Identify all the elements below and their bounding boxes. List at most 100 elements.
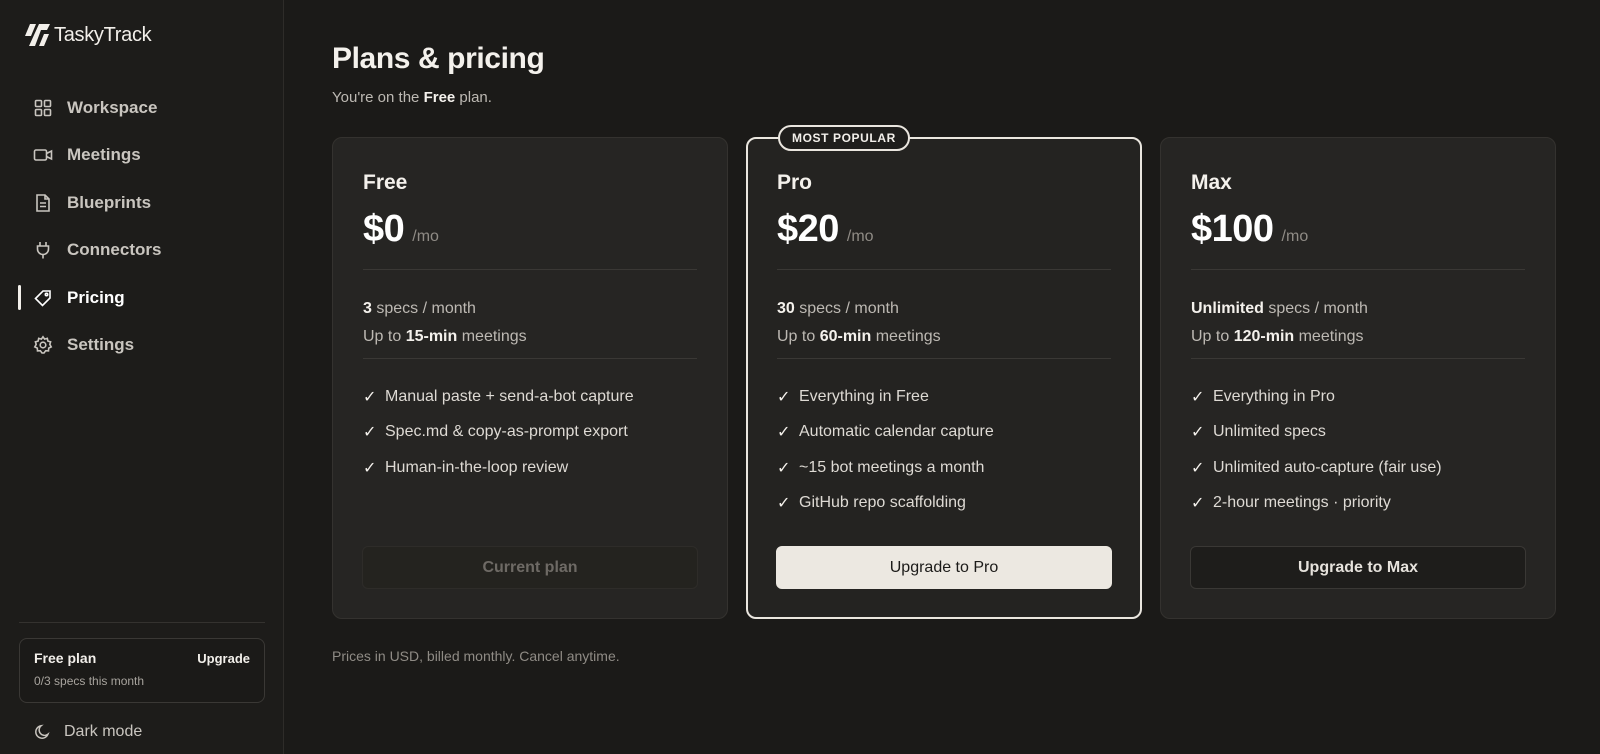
sidebar-item-connectors[interactable]: Connectors xyxy=(0,227,284,275)
plan-price: $100 xyxy=(1191,208,1274,250)
feature-text: Everything in Pro xyxy=(1213,387,1335,405)
document-icon xyxy=(36,193,50,212)
specs-usage-text: 0/3 specs this month xyxy=(34,674,145,688)
subtitle-prefix: You're on the xyxy=(332,89,424,106)
check-icon: ✓ xyxy=(1191,424,1205,442)
check-icon: ✓ xyxy=(1191,459,1205,477)
sidebar-item-label: Meetings xyxy=(67,145,141,165)
brand-name: TaskyTrack xyxy=(54,23,152,46)
card-divider xyxy=(777,358,1111,359)
dark-mode-label: Dark mode xyxy=(64,723,143,740)
upgrade-link[interactable]: Upgrade xyxy=(197,651,250,666)
feature-item: ✓ Everything in Free xyxy=(777,379,994,415)
brand-logo[interactable]: TaskyTrack xyxy=(24,20,152,50)
video-icon xyxy=(33,149,53,162)
check-icon: ✓ xyxy=(363,459,377,477)
plan-name: Max xyxy=(1191,171,1232,194)
meeting-limit-prefix: Up to xyxy=(363,328,406,345)
card-divider xyxy=(1191,269,1525,270)
plan-price: $0 xyxy=(363,208,405,250)
feature-text: Unlimited specs xyxy=(1213,423,1326,441)
sidebar-item-label: Pricing xyxy=(67,287,125,307)
plan-name: Free xyxy=(363,171,408,194)
price-period: /mo xyxy=(1281,228,1309,245)
sidebar-item-label: Blueprints xyxy=(67,192,152,212)
upgrade-to-pro-button[interactable]: Upgrade to Pro xyxy=(776,546,1112,589)
meeting-limit-value: 120-min xyxy=(1233,328,1295,345)
price-period: /mo xyxy=(846,228,874,245)
plan-card-max: Max $100 /mo Unlimited specs / month Up … xyxy=(1160,137,1556,619)
specs-limit-value: 30 xyxy=(777,300,795,317)
plan-name: Pro xyxy=(777,171,813,194)
dark-mode-toggle[interactable]: Dark mode xyxy=(34,723,142,741)
feature-text: Human-in-the-loop review xyxy=(385,458,569,476)
price-period: /mo xyxy=(412,228,439,245)
meeting-limit-value: 60-min xyxy=(819,328,872,345)
card-divider xyxy=(777,269,1111,270)
feature-item: ✓ Automatic calendar capture xyxy=(777,415,994,451)
plan-limits: 3 specs / month Up to 15-min meetings xyxy=(363,295,527,351)
specs-limit-suffix: specs / month xyxy=(371,300,476,317)
plan-limits: 30 specs / month Up to 60-min meetings xyxy=(777,295,941,351)
current-plan-highlight: Free xyxy=(423,89,456,106)
feature-item: ✓ 2-hour meetings · priority xyxy=(1191,486,1442,522)
tag-icon xyxy=(34,289,51,307)
sidebar-item-settings[interactable]: Settings xyxy=(0,322,284,370)
subtitle-suffix: plan. xyxy=(455,89,492,106)
feature-item: ✓ Unlimited auto-capture (fair use) xyxy=(1191,450,1442,486)
check-icon: ✓ xyxy=(777,495,791,513)
feature-text: Spec.md & copy-as-prompt export xyxy=(385,423,628,441)
check-icon: ✓ xyxy=(777,459,791,477)
feature-item: ✓ Everything in Pro xyxy=(1191,379,1442,415)
feature-item: ✓ Human-in-the-loop review xyxy=(363,450,634,486)
specs-limit: 3 specs / month xyxy=(363,295,527,323)
sidebar-nav: Workspace Meetings Blueprints Connectors xyxy=(0,84,284,369)
sidebar-item-pricing[interactable]: Pricing xyxy=(0,274,284,322)
sidebar-item-workspace[interactable]: Workspace xyxy=(0,84,284,132)
grid-icon xyxy=(34,99,52,117)
moon-icon xyxy=(35,724,50,739)
upgrade-to-max-button[interactable]: Upgrade to Max xyxy=(1190,546,1526,589)
feature-item: ✓ GitHub repo scaffolding xyxy=(777,486,994,522)
meeting-limit: Up to 120-min meetings xyxy=(1191,323,1368,351)
logo-icon xyxy=(25,24,50,46)
specs-limit-suffix: specs / month xyxy=(794,300,899,317)
meeting-limit-suffix: meetings xyxy=(871,328,941,345)
meeting-limit-prefix: Up to xyxy=(777,328,820,345)
page-title: Plans & pricing xyxy=(332,42,545,75)
meeting-limit-prefix: Up to xyxy=(1191,328,1234,345)
sidebar-item-meetings[interactable]: Meetings xyxy=(0,132,284,180)
meeting-limit: Up to 60-min meetings xyxy=(777,323,941,351)
feature-list: ✓ Everything in Free ✓ Automatic calendar … xyxy=(777,379,994,521)
pricing-footnote: Prices in USD, billed monthly. Cancel an… xyxy=(332,648,620,664)
meeting-limit-suffix: meetings xyxy=(457,328,527,345)
check-icon: ✓ xyxy=(1191,495,1205,513)
feature-item: ✓ ~15 bot meetings a month xyxy=(777,450,994,486)
plug-icon xyxy=(36,242,50,259)
gear-icon xyxy=(33,335,53,355)
app: TaskyTrack Workspace Meetings Blueprints… xyxy=(0,0,1600,754)
check-icon: ✓ xyxy=(363,388,377,406)
sidebar: TaskyTrack Workspace Meetings Blueprints… xyxy=(0,0,284,754)
card-divider xyxy=(363,358,697,359)
card-divider xyxy=(363,269,697,270)
plan-card-free: Free $0 /mo 3 specs / month Up to 15-min… xyxy=(332,137,728,619)
current-plan-button: Current plan xyxy=(362,546,698,589)
feature-item: ✓ Unlimited specs xyxy=(1191,415,1442,451)
specs-limit-value: Unlimited xyxy=(1191,300,1264,317)
plan-price: $20 xyxy=(777,208,839,250)
feature-text: Manual paste + send-a-bot capture xyxy=(385,387,634,405)
main-content: Plans & pricing You're on the Free plan.… xyxy=(284,0,1600,754)
feature-item: ✓ Manual paste + send-a-bot capture xyxy=(363,379,634,415)
plan-limits: Unlimited specs / month Up to 120-min me… xyxy=(1191,295,1368,351)
feature-text: 2-hour meetings · priority xyxy=(1213,494,1391,512)
feature-text: Everything in Free xyxy=(799,387,929,405)
specs-limit: 30 specs / month xyxy=(777,295,941,323)
specs-limit: Unlimited specs / month xyxy=(1191,295,1368,323)
price-row: $20 /mo xyxy=(777,208,874,251)
price-row: $0 /mo xyxy=(363,208,439,251)
sidebar-item-label: Connectors xyxy=(67,240,162,260)
feature-text: GitHub repo scaffolding xyxy=(799,494,966,512)
sidebar-item-blueprints[interactable]: Blueprints xyxy=(0,179,284,227)
specs-limit-suffix: specs / month xyxy=(1263,300,1368,317)
